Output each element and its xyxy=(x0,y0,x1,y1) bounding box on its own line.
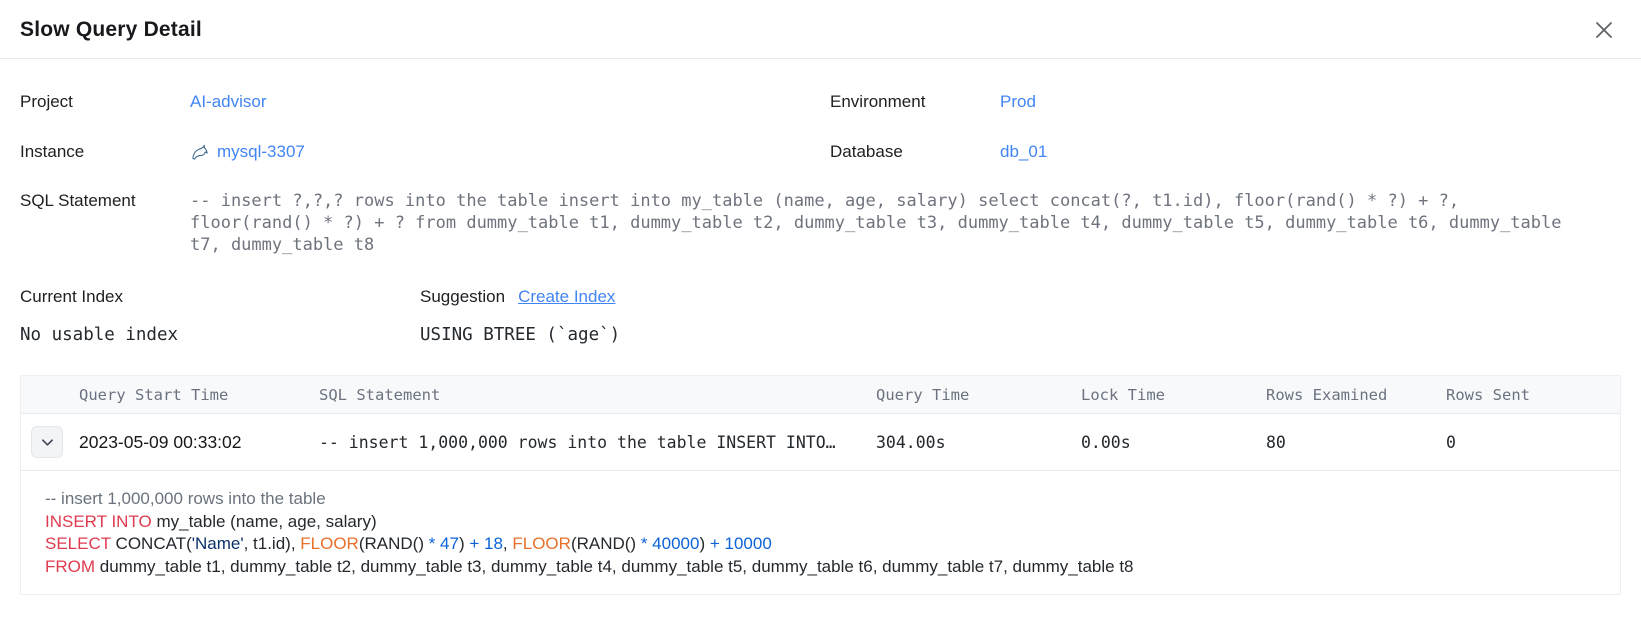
detail-sql: -- insert 1,000,000 rows into the tableI… xyxy=(21,471,1620,594)
environment-link[interactable]: Prod xyxy=(1000,90,1036,114)
project-label: Project xyxy=(20,90,190,114)
rows-sent-cell: 0 xyxy=(1446,433,1620,452)
instance-link[interactable]: mysql-3307 xyxy=(217,140,305,164)
environment-label: Environment xyxy=(830,90,1000,114)
detail-sql-line: -- insert 1,000,000 rows into the table xyxy=(45,488,1596,511)
current-index-label: Current Index xyxy=(20,285,420,309)
create-index-link[interactable]: Create Index xyxy=(518,285,615,309)
project-link[interactable]: AI-advisor xyxy=(190,90,267,114)
suggestion-index-value: USING BTREE (`age`) xyxy=(420,323,1621,347)
instance-label: Instance xyxy=(20,140,190,164)
slow-query-detail-modal: Slow Query Detail Project AI-advisor Env… xyxy=(0,0,1641,595)
col-rows-sent: Rows Sent xyxy=(1446,386,1620,404)
query-start-time-cell: 2023-05-09 00:33:02 xyxy=(79,432,319,453)
detail-sql-line: SELECT CONCAT('Name', t1.id), FLOOR(RAND… xyxy=(45,533,1596,556)
col-rows-examined: Rows Examined xyxy=(1266,386,1446,404)
instance-database-row: Instance mysql-3307 Database db_01 xyxy=(20,140,1621,164)
col-query-time: Query Time xyxy=(876,386,1081,404)
sql-statement-text: -- insert ?,?,? rows into the table inse… xyxy=(190,190,1576,256)
page-title: Slow Query Detail xyxy=(20,18,202,42)
col-sql-statement: SQL Statement xyxy=(319,386,876,404)
close-icon xyxy=(1593,19,1615,41)
index-section: Current Index Suggestion Create Index No… xyxy=(20,285,1621,347)
sql-statement-row: SQL Statement -- insert ?,?,? rows into … xyxy=(20,190,1621,256)
table-header-row: Query Start Time SQL Statement Query Tim… xyxy=(21,376,1620,414)
suggestion-label: Suggestion xyxy=(420,285,505,309)
mysql-dolphin-icon xyxy=(190,142,210,162)
current-index-value: No usable index xyxy=(20,323,420,347)
database-link[interactable]: db_01 xyxy=(1000,140,1047,164)
sql-preview-cell: -- insert 1,000,000 rows into the table … xyxy=(319,433,876,452)
sql-statement-label: SQL Statement xyxy=(20,190,190,256)
col-query-start-time: Query Start Time xyxy=(79,386,319,404)
detail-sql-line: FROM dummy_table t1, dummy_table t2, dum… xyxy=(45,556,1596,579)
row-expand-button[interactable] xyxy=(31,426,63,458)
project-environment-row: Project AI-advisor Environment Prod xyxy=(20,90,1621,114)
modal-header: Slow Query Detail xyxy=(0,0,1641,59)
rows-examined-cell: 80 xyxy=(1266,433,1446,452)
detail-sql-line: INSERT INTO my_table (name, age, salary) xyxy=(45,511,1596,534)
lock-time-cell: 0.00s xyxy=(1081,433,1266,452)
database-label: Database xyxy=(830,140,1000,164)
chevron-down-icon xyxy=(40,435,55,450)
col-lock-time: Lock Time xyxy=(1081,386,1266,404)
table-row[interactable]: 2023-05-09 00:33:02 -- insert 1,000,000 … xyxy=(21,414,1620,471)
query-time-cell: 304.00s xyxy=(876,433,1081,452)
close-button[interactable] xyxy=(1589,15,1619,45)
slow-query-table: Query Start Time SQL Statement Query Tim… xyxy=(20,375,1621,595)
